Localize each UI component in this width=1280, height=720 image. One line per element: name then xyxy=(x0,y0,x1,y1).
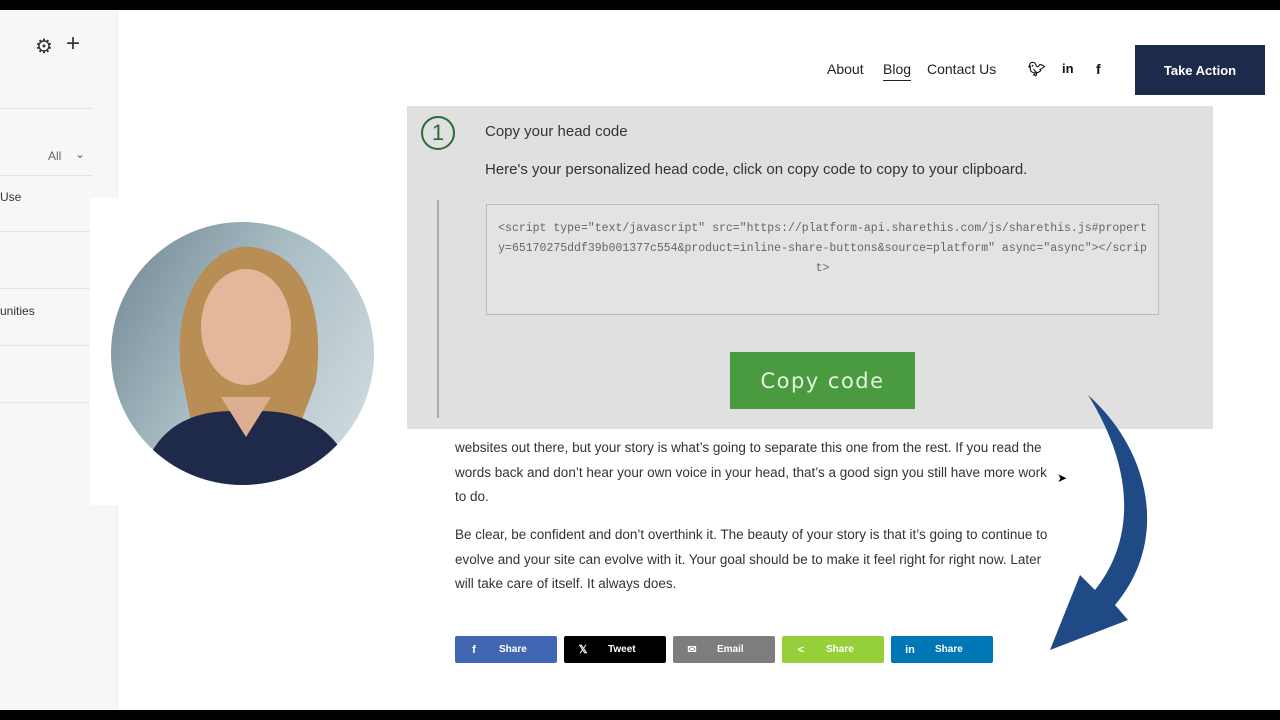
chevron-down-icon[interactable]: ⌄ xyxy=(75,147,85,161)
divider xyxy=(0,345,92,346)
panel-subtitle: Here's your personalized head code, clic… xyxy=(485,161,1028,178)
panel-title: Copy your head code xyxy=(485,123,628,140)
share-label: Tweet xyxy=(608,644,636,655)
linkedin-icon[interactable]: in xyxy=(1062,61,1074,76)
gear-icon[interactable]: ⚙ xyxy=(35,34,53,59)
share-icon: ✉ xyxy=(687,644,697,656)
head-code-panel: 1 Copy your head code Here's your person… xyxy=(407,106,1213,429)
divider xyxy=(0,231,92,232)
letterbox-bottom xyxy=(0,710,1280,720)
divider xyxy=(0,402,92,403)
facebook-icon[interactable]: f xyxy=(1096,61,1101,77)
share-label: Share xyxy=(826,644,854,655)
twitter-icon[interactable]: 🐦︎ xyxy=(1028,61,1046,78)
share-label: Share xyxy=(499,644,527,655)
article-paragraph: websites out there, but your story is wh… xyxy=(455,440,1047,504)
share-label: Email xyxy=(717,644,744,655)
divider xyxy=(437,200,439,418)
sidebar-item[interactable]: Use xyxy=(0,190,21,204)
share-icon: f xyxy=(472,643,476,656)
share-button[interactable]: f Share xyxy=(455,636,557,663)
filter-dropdown[interactable]: All xyxy=(48,149,61,163)
share-icon: < xyxy=(797,643,805,656)
share-button[interactable]: ✉ Email xyxy=(673,636,775,663)
share-icon: in xyxy=(905,643,915,656)
share-button[interactable]: in Share xyxy=(891,636,993,663)
article-paragraph: Be clear, be confident and don’t overthi… xyxy=(455,527,1048,591)
divider xyxy=(0,108,92,109)
nav-about[interactable]: About xyxy=(827,61,864,77)
copy-code-button[interactable]: Copy code xyxy=(730,352,915,409)
share-label: Share xyxy=(935,644,963,655)
author-photo xyxy=(111,222,374,485)
sidebar-item[interactable]: unities xyxy=(0,304,35,318)
nav-blog[interactable]: Blog xyxy=(883,61,912,81)
nav-contact[interactable]: Contact Us xyxy=(927,61,996,77)
mouse-cursor-icon: ➤ xyxy=(1057,471,1068,485)
step-number: 1 xyxy=(421,116,455,150)
share-icon: 𝕏 xyxy=(578,644,588,656)
take-action-button[interactable]: Take Action xyxy=(1135,45,1265,95)
divider xyxy=(0,175,92,176)
head-code-textarea[interactable]: <script type="text/javascript" src="http… xyxy=(486,204,1159,315)
arrow-annotation xyxy=(1050,395,1148,650)
letterbox-top xyxy=(0,0,1280,10)
share-button[interactable]: 𝕏 Tweet xyxy=(564,636,666,663)
divider xyxy=(0,288,92,289)
share-button[interactable]: < Share xyxy=(782,636,884,663)
plus-icon[interactable]: + xyxy=(66,30,80,58)
